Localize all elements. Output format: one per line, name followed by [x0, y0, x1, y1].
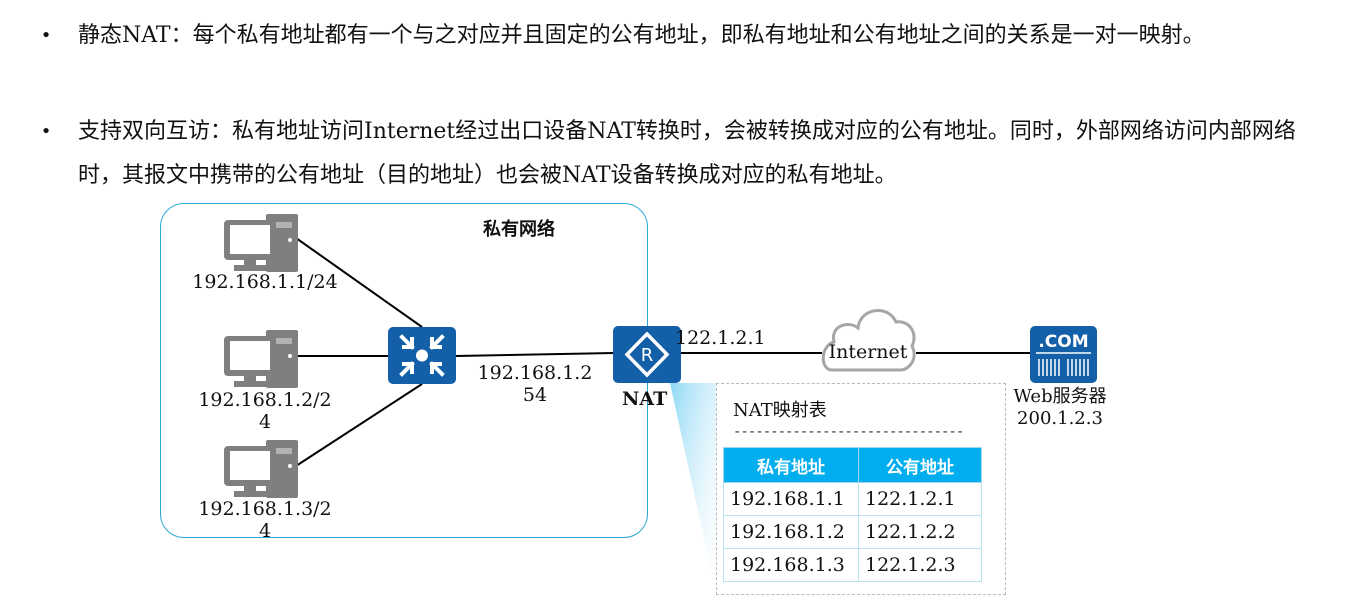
- public-ip-cell: 122.1.2.3: [858, 548, 982, 582]
- link-switch-nat: [455, 352, 615, 357]
- host-3-label: 192.168.1.3/2 4: [180, 498, 350, 542]
- server-com-icon: .COM: [1030, 326, 1097, 383]
- gateway-ip-label: 192.168.1.2 54: [470, 362, 600, 406]
- gateway-ip: 192.168.1.2: [477, 362, 593, 384]
- router-icon: R: [613, 326, 681, 383]
- public-ip-cell: 122.1.2.2: [858, 515, 982, 549]
- host-ip: 192.168.1.1/24: [192, 271, 338, 293]
- host-1-label: 192.168.1.1/24: [180, 271, 350, 293]
- table-row: 192.168.1.2 122.1.2.2: [723, 515, 982, 549]
- table-row: 192.168.1.3 122.1.2.3: [723, 548, 982, 582]
- pc-icon: [224, 440, 298, 498]
- host-ip-wrap: 4: [258, 411, 272, 433]
- web-server-ip: 200.1.2.3: [1017, 408, 1103, 429]
- private-ip-cell: 192.168.1.3: [723, 548, 859, 582]
- pc-icon: [224, 330, 298, 388]
- public-ip-cell: 122.1.2.1: [858, 482, 982, 516]
- nat-mapping-table: 私有地址 公有地址 192.168.1.1 122.1.2.1 192.168.…: [723, 447, 982, 582]
- column-header-private: 私有地址: [723, 447, 859, 483]
- internet-label: Internet: [828, 341, 908, 363]
- mapping-table-title: NAT映射表: [733, 400, 827, 421]
- callout-wedge: [670, 383, 716, 593]
- web-server-name: Web服务器: [1013, 386, 1107, 407]
- cloud-icon: [821, 309, 916, 372]
- host-2-label: 192.168.1.2/2 4: [180, 389, 350, 433]
- svg-text:R: R: [641, 345, 654, 366]
- com-badge-text: .COM: [1038, 332, 1088, 352]
- private-ip-cell: 192.168.1.1: [723, 482, 859, 516]
- pc-icon: [224, 214, 298, 272]
- host-ip-wrap: 4: [258, 520, 272, 542]
- nat-label: NAT: [622, 388, 668, 410]
- web-server-label: Web服务器 200.1.2.3: [1000, 386, 1120, 430]
- table-header-row: 私有地址 公有地址: [723, 447, 982, 483]
- nat-public-ip: 122.1.2.1: [675, 327, 766, 349]
- switch-icon: [388, 327, 456, 384]
- column-header-public: 公有地址: [858, 447, 982, 483]
- table-row: 192.168.1.1 122.1.2.1: [723, 482, 982, 516]
- mapping-separator: -------------------------------: [733, 424, 964, 440]
- host-ip: 192.168.1.3/2: [198, 498, 332, 520]
- private-ip-cell: 192.168.1.2: [723, 515, 859, 549]
- nat-mapping-callout: NAT映射表 ------------------------------- 私…: [716, 383, 1006, 595]
- host-ip: 192.168.1.2/2: [198, 389, 332, 411]
- gateway-ip-wrap: 54: [522, 384, 548, 406]
